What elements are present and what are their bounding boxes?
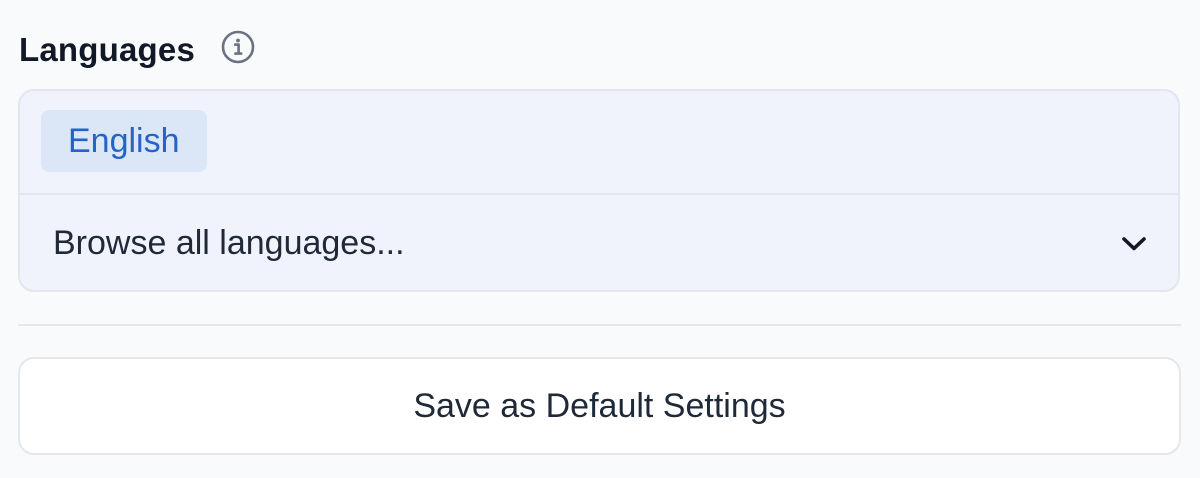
- browse-languages-dropdown[interactable]: Browse all languages...: [20, 195, 1178, 290]
- section-title: Languages: [19, 31, 196, 68]
- section-divider: [18, 324, 1181, 326]
- info-icon[interactable]: [220, 29, 256, 65]
- chevron-down-icon: [1120, 230, 1148, 258]
- save-default-settings-button[interactable]: Save as Default Settings: [18, 357, 1181, 455]
- language-tag-english[interactable]: English: [41, 110, 207, 172]
- browse-languages-text: Browse all languages...: [53, 224, 405, 262]
- languages-header: Languages: [19, 28, 256, 72]
- languages-selector: English Browse all languages...: [18, 89, 1180, 292]
- selected-languages-area: English: [20, 91, 1178, 195]
